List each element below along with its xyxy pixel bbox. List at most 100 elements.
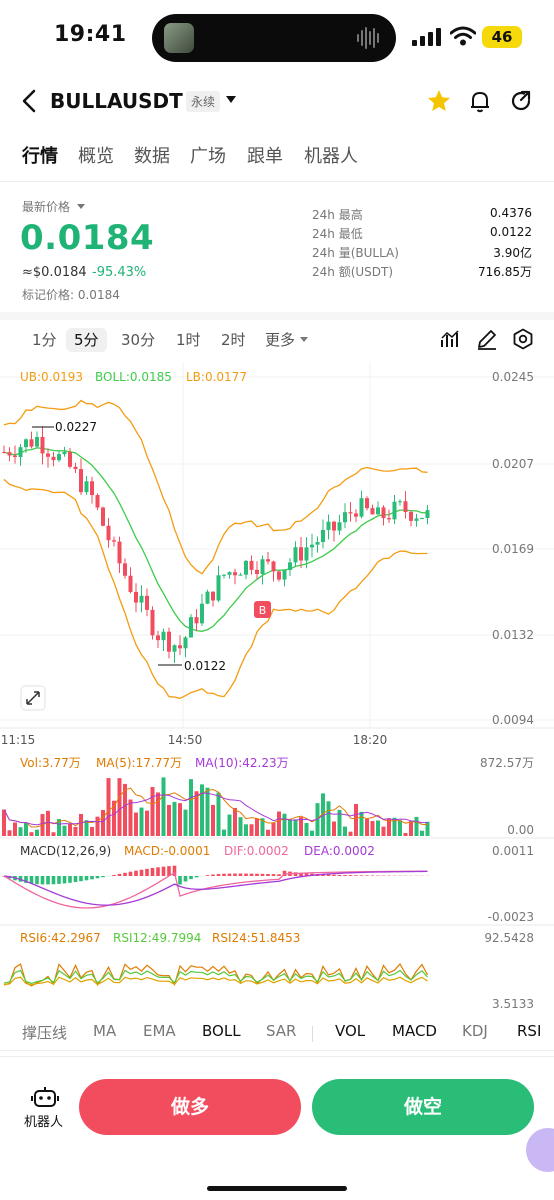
assistant-float-button[interactable] <box>526 1128 554 1172</box>
candle-body <box>24 439 28 448</box>
indicator-bar: 撑压线 MA EMA BOLL SAR VOL MACD KDJ RSI <box>0 1018 554 1048</box>
candle-body <box>139 595 144 603</box>
app-header: BULLAUSDT 永续 <box>0 74 554 130</box>
interval-1h[interactable]: 1时 <box>176 328 201 352</box>
candle-body <box>420 518 424 520</box>
status-time: 19:41 <box>54 22 127 47</box>
macd-min: -0.0023 <box>488 910 534 924</box>
interval-1m[interactable]: 1分 <box>32 328 57 352</box>
candle-body <box>381 507 386 519</box>
boll-ub-label: UB:0.0193 <box>20 370 83 384</box>
tab-robot[interactable]: 机器人 <box>304 142 358 168</box>
volume-bar <box>68 824 72 836</box>
volume-pane: Vol:3.77万 MA(5):17.77万 MA(10):42.23万 872.57… <box>2 756 534 837</box>
chevron-down-icon[interactable] <box>226 96 236 103</box>
candle-body <box>304 547 309 561</box>
indicator-support-resistance[interactable]: 撑压线 <box>22 1022 67 1043</box>
candle-body <box>288 562 292 570</box>
candle-body <box>211 591 215 601</box>
volume-bar <box>128 799 133 836</box>
candle-body <box>46 453 50 457</box>
volume-bar <box>18 827 23 836</box>
caret-down-icon[interactable] <box>77 204 85 209</box>
settings-icon[interactable] <box>512 328 534 350</box>
macd-histogram-bar <box>178 876 182 885</box>
candle-body <box>161 631 166 641</box>
interval-2h[interactable]: 2时 <box>221 328 246 352</box>
share-icon[interactable] <box>508 88 534 114</box>
stat-value-volume: 3.90亿 <box>493 246 532 260</box>
macd-histogram-bar <box>150 868 155 876</box>
candle-body <box>13 455 17 457</box>
volume-bar <box>249 824 254 836</box>
interval-30m[interactable]: 30分 <box>121 328 155 352</box>
candle-body <box>359 498 364 517</box>
divider <box>312 1026 313 1042</box>
indicator-macd[interactable]: MACD <box>392 1022 437 1040</box>
interval-more[interactable]: 更多 <box>265 328 295 352</box>
tab-overview[interactable]: 概览 <box>78 142 114 168</box>
indicator-kdj[interactable]: KDJ <box>462 1022 488 1040</box>
indicator-ema[interactable]: EMA <box>143 1022 176 1040</box>
robot-icon[interactable] <box>22 1086 68 1110</box>
candlesticks <box>2 426 430 663</box>
long-button[interactable]: 做多 <box>79 1079 301 1135</box>
back-icon[interactable] <box>18 88 42 114</box>
draw-pen-icon[interactable] <box>476 328 498 350</box>
candle-body <box>101 507 105 526</box>
macd-histogram-bar <box>277 874 281 876</box>
bell-icon[interactable] <box>467 88 493 114</box>
candle-body <box>365 498 369 509</box>
stat-label-volume: 24h 量(BULLA) <box>312 246 399 260</box>
volume-bar <box>51 832 56 836</box>
macd-histogram-bar <box>244 873 248 876</box>
macd-histogram-bar <box>205 875 210 876</box>
indicator-chart-icon[interactable] <box>440 328 462 350</box>
fullscreen-icon[interactable] <box>20 685 46 711</box>
volume-bar <box>46 810 50 836</box>
volume-bar <box>13 822 17 836</box>
macd-dif: DIF:0.0002 <box>224 844 289 858</box>
symbol-title[interactable]: BULLAUSDT <box>50 89 183 113</box>
indicator-sar[interactable]: SAR <box>266 1022 296 1040</box>
short-button[interactable]: 做空 <box>312 1079 534 1135</box>
macd-histogram-bar <box>128 871 133 876</box>
candle-body <box>409 511 413 521</box>
indicator-boll[interactable]: BOLL <box>202 1022 241 1040</box>
candle-body <box>354 513 358 517</box>
y-tick-label: 0.0207 <box>492 457 534 471</box>
volume-bar <box>227 814 232 836</box>
candle-body <box>150 609 155 636</box>
volume-bar <box>238 817 243 836</box>
tab-copy-trading[interactable]: 跟单 <box>247 142 283 168</box>
macd-histogram-bar <box>354 875 358 876</box>
caret-down-icon[interactable] <box>300 337 308 342</box>
tab-market[interactable]: 行情 <box>22 142 58 168</box>
indicator-ma[interactable]: MA <box>93 1022 116 1040</box>
macd-histogram-bar <box>112 874 116 876</box>
candle-body <box>2 451 6 453</box>
tab-square[interactable]: 广场 <box>190 142 226 168</box>
candle-body <box>95 495 100 508</box>
stat-value-high: 0.4376 <box>490 206 532 220</box>
price-type-label[interactable]: 最新价格 <box>22 198 70 215</box>
boll-mid-line <box>3 447 428 632</box>
volume-bar <box>150 787 155 836</box>
high-marker-label: 0.0227 <box>55 420 97 434</box>
tab-data[interactable]: 数据 <box>134 142 170 168</box>
indicator-vol[interactable]: VOL <box>335 1022 365 1040</box>
macd-histogram-bar <box>123 872 127 876</box>
star-icon[interactable] <box>426 88 452 114</box>
stat-label-turnover: 24h 额(USDT) <box>312 265 394 279</box>
robot-label[interactable]: 机器人 <box>24 1111 63 1130</box>
kline-chart[interactable]: 0.0227 0.0122 B Vol:3.77万 MA(5):17.77万 MA(10… <box>0 362 554 1022</box>
y-tick-label: 0.0094 <box>492 713 534 727</box>
indicator-rsi[interactable]: RSI <box>517 1022 541 1040</box>
interval-5m[interactable]: 5分 <box>66 328 107 352</box>
home-indicator <box>207 1186 347 1191</box>
macd-histogram-bar <box>271 874 276 876</box>
volume-bar <box>255 818 259 836</box>
candle-body <box>343 512 347 523</box>
volume-bar <box>200 784 204 836</box>
macd-histogram-bar <box>183 876 188 882</box>
